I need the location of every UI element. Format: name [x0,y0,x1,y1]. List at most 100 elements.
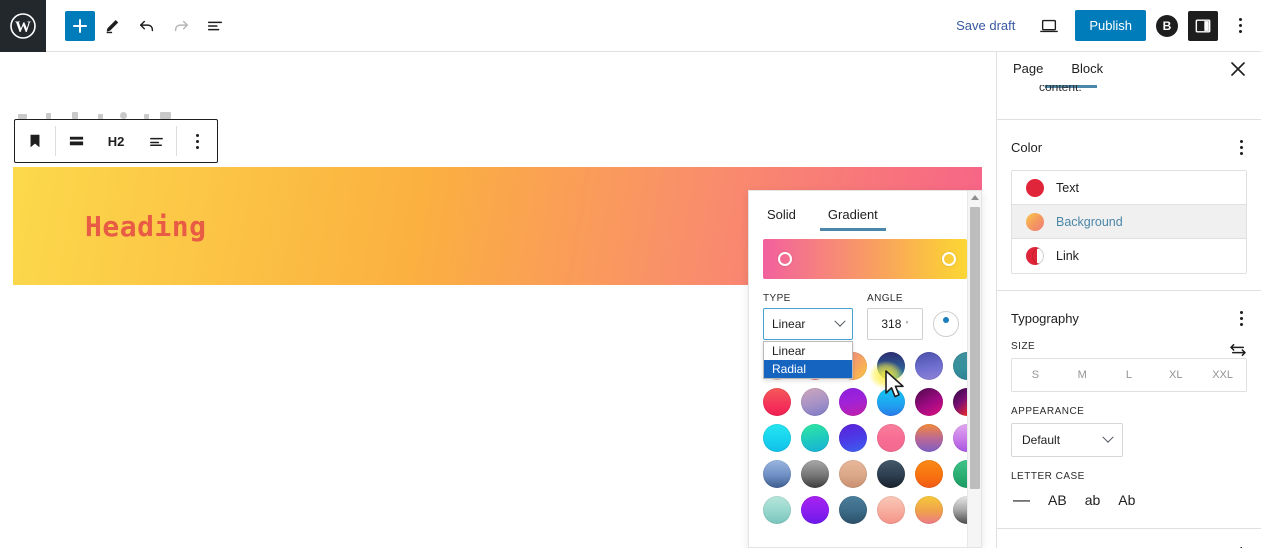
circle-b-icon[interactable]: B [1156,15,1178,37]
gradient-swatch-9[interactable] [839,388,867,416]
block-transform-icon[interactable] [56,120,96,162]
appearance-value: Default [1022,433,1060,447]
color-item-label: Link [1056,249,1079,263]
gradient-swatch-23[interactable] [915,460,943,488]
remnant-text: content. [1039,85,1082,94]
gradient-type-field: TYPE Linear Linear Radial [763,293,853,340]
angle-knob-control[interactable] [933,311,959,337]
gradient-swatch-16[interactable] [877,424,905,452]
color-options-kebab-icon[interactable] [1236,134,1247,160]
degree-symbol: ° [905,320,908,329]
sidebar-panel-icon[interactable] [1188,11,1218,41]
add-block-button[interactable] [65,11,95,41]
text-color-swatch [1026,179,1044,197]
color-item-link[interactable]: Link [1012,239,1246,273]
font-size-l[interactable]: L [1106,359,1153,391]
tab-page[interactable]: Page [1011,53,1045,84]
color-section: Color Text Background Link [997,120,1261,291]
gradient-swatch-15[interactable] [839,424,867,452]
font-size-m[interactable]: M [1059,359,1106,391]
link-color-swatch [1026,247,1044,265]
letter-case-none-button[interactable]: — [1011,488,1032,512]
font-size-xxl[interactable]: XXL [1199,359,1246,391]
gradient-swatch-25[interactable] [763,496,791,524]
font-size-xl[interactable]: XL [1152,359,1199,391]
gradient-swatch-29[interactable] [915,496,943,524]
gradient-swatch-8[interactable] [801,388,829,416]
color-section-title: Color [1011,140,1042,155]
size-label: SIZE [1011,341,1035,352]
background-color-swatch [1026,213,1044,231]
laptop-preview-icon[interactable] [1033,10,1065,42]
letter-case-uppercase-button[interactable]: AB [1046,490,1069,510]
gradient-swatch-26[interactable] [801,496,829,524]
letter-case-lowercase-button[interactable]: ab [1083,490,1103,510]
redo-button[interactable] [165,10,197,42]
gradient-swatch-28[interactable] [877,496,905,524]
gradient-swatch-22[interactable] [877,460,905,488]
dropdown-option-linear[interactable]: Linear [764,342,852,360]
gradient-swatch-10[interactable] [877,388,905,416]
gradient-swatch-19[interactable] [763,460,791,488]
scroll-up-arrow-icon[interactable] [971,195,979,200]
gradient-stop-handle-start[interactable] [778,252,792,266]
appearance-label: APPEARANCE [1011,406,1247,417]
popover-tabs: Solid Gradient [749,201,981,231]
gradient-swatch-27[interactable] [839,496,867,524]
gradient-swatch-14[interactable] [801,424,829,452]
heading-level-button[interactable]: H2 [96,120,136,162]
gradient-color-popover: Solid Gradient TYPE Linear Linear Radial [748,190,982,548]
color-options-list: Text Background Link [1011,170,1247,274]
color-item-label: Text [1056,181,1079,195]
gradient-angle-field: ANGLE 318 ° [867,293,959,340]
text-align-icon[interactable] [136,120,176,162]
color-item-text[interactable]: Text [1012,171,1246,205]
gradient-swatch-21[interactable] [839,460,867,488]
gradient-swatch-5[interactable] [915,352,943,380]
publish-button[interactable]: Publish [1075,10,1146,41]
gradient-swatch-17[interactable] [915,424,943,452]
top-bar-actions: Save draft Publish B [948,10,1261,42]
gradient-swatch-7[interactable] [763,388,791,416]
edit-tool-button[interactable] [97,10,129,42]
angle-input[interactable]: 318 ° [867,308,923,340]
heading-block-icon[interactable] [15,120,55,162]
dropdown-option-radial[interactable]: Radial [764,360,852,378]
gradient-swatch-13[interactable] [763,424,791,452]
gradient-type-select[interactable]: Linear Linear Radial [763,308,853,340]
font-size-s[interactable]: S [1012,359,1059,391]
save-draft-button[interactable]: Save draft [948,12,1023,39]
wordpress-logo-icon[interactable]: W [0,0,46,52]
top-bar-tools [46,10,231,42]
color-item-label: Background [1056,215,1123,229]
tab-solid[interactable]: Solid [765,201,798,231]
angle-value: 318 [881,317,901,331]
block-more-options-icon[interactable] [177,120,217,162]
letter-case-capitalize-button[interactable]: Ab [1116,490,1137,510]
sidebar-scrolled-remnant: content. [997,85,1261,120]
scrollbar-thumb[interactable] [970,207,980,489]
gradient-preview-bar[interactable] [763,239,967,279]
dimensions-add-button[interactable]: + [1235,543,1247,548]
typography-options-kebab-icon[interactable] [1236,305,1247,331]
heading-text[interactable]: Heading [85,210,207,243]
gradient-swatch-4[interactable] [877,352,905,380]
appearance-select[interactable]: Default [1011,423,1123,457]
undo-button[interactable] [131,10,163,42]
gradient-swatch-11[interactable] [915,388,943,416]
sidebar-tabs: Page Block [997,52,1261,85]
gradient-type-value: Linear [772,317,805,331]
tab-gradient[interactable]: Gradient [826,201,880,231]
color-item-background[interactable]: Background [1012,205,1246,239]
kebab-menu-icon[interactable] [1228,11,1252,41]
gradient-swatch-20[interactable] [801,460,829,488]
block-drag-handle[interactable] [14,109,174,119]
typography-section-title: Typography [1011,311,1079,326]
popover-scrollbar[interactable] [967,191,981,548]
tab-block[interactable]: Block [1069,53,1105,84]
close-icon[interactable] [1227,58,1249,80]
list-view-button[interactable] [199,10,231,42]
gradient-stop-handle-end[interactable] [942,252,956,266]
size-reset-icon[interactable] [1229,343,1247,357]
editor-top-bar: W Save draft Pu [0,0,1261,52]
